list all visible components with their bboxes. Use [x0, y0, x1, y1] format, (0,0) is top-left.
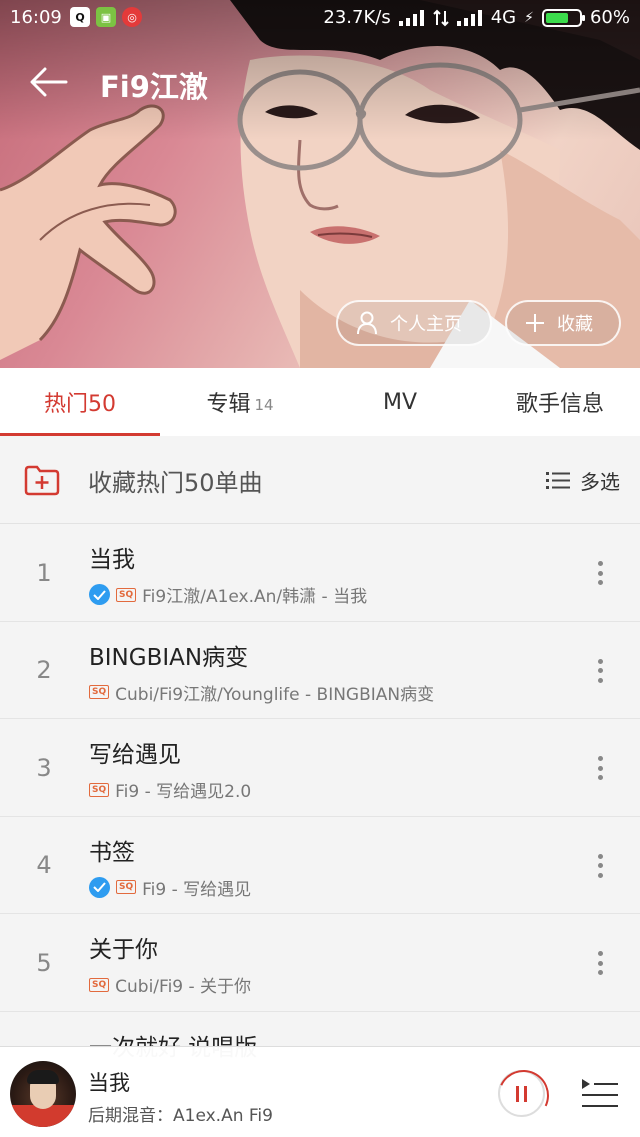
battery-percent: 60%	[589, 7, 630, 28]
collect-label: 收藏热门50单曲	[88, 468, 263, 497]
signal-icon	[398, 9, 424, 26]
song-row-3[interactable]: 3 写给遇见 SQ Fi9 - 写给遇见2.0	[0, 719, 640, 817]
song-subtitle: Fi9 - 写给遇见2.0	[115, 782, 252, 803]
tab-mv[interactable]: MV	[320, 368, 480, 436]
song-row-1[interactable]: 1 当我 SQ Fi9江澈/A1ex.An/韩潇 - 当我	[0, 524, 640, 622]
mini-player[interactable]: 当我 后期混音：A1ex.An Fi9	[0, 1046, 640, 1137]
more-options-button[interactable]	[588, 851, 612, 881]
song-rank: 2	[36, 656, 52, 685]
profile-button[interactable]: 个人主页	[336, 300, 492, 346]
song-title: 书签	[89, 839, 135, 866]
android-icon: ▣	[96, 7, 116, 27]
status-bar: 16:09 Q ▣ ◎ 23.7K/s 4G ⚡ 60%	[0, 0, 640, 36]
artist-screen: 16:09 Q ▣ ◎ 23.7K/s 4G ⚡ 60% Fi9江澈 个人主页 …	[0, 0, 640, 1137]
back-arrow-icon	[30, 67, 68, 97]
favorite-artist-button[interactable]: 收藏	[505, 300, 621, 346]
sq-quality-badge: SQ	[116, 587, 137, 602]
netease-music-icon: ◎	[122, 7, 142, 27]
now-playing-cover[interactable]	[10, 1061, 76, 1127]
more-options-button[interactable]	[588, 948, 612, 978]
more-options-button[interactable]	[588, 656, 612, 686]
person-icon	[357, 311, 377, 335]
more-options-button[interactable]	[588, 753, 612, 783]
collect-hot50-button[interactable]: 收藏热门50单曲	[24, 458, 263, 502]
net-speed: 23.7K/s	[323, 7, 391, 28]
verified-check-icon	[89, 584, 110, 605]
now-playing-title: 当我	[88, 1071, 130, 1095]
sq-quality-badge: SQ	[116, 880, 137, 895]
song-title: 关于你	[89, 937, 158, 964]
list-icon	[546, 472, 570, 489]
tab-albums[interactable]: 专辑 14	[160, 368, 320, 436]
back-button[interactable]	[24, 60, 74, 104]
artist-name: Fi9江澈	[100, 70, 208, 104]
sq-quality-badge: SQ	[89, 685, 110, 700]
battery-icon	[541, 8, 585, 27]
artist-header: 16:09 Q ▣ ◎ 23.7K/s 4G ⚡ 60% Fi9江澈 个人主页 …	[0, 0, 640, 368]
song-subtitle: Fi9 - 写给遇见	[142, 879, 252, 900]
artist-tabs: 热门50 专辑 14 MV 歌手信息	[0, 368, 640, 436]
song-row-2[interactable]: 2 BINGBIAN病变 SQ Cubi/Fi9江澈/Younglife - B…	[0, 622, 640, 720]
tab-hot50[interactable]: 热门50	[0, 368, 160, 436]
now-playing-subtitle: 后期混音：A1ex.An Fi9	[88, 1106, 273, 1126]
song-subtitle: Cubi/Fi9 - 关于你	[115, 977, 252, 998]
favorite-label: 收藏	[557, 314, 593, 335]
song-rank: 3	[36, 753, 52, 782]
album-count: 14	[254, 396, 274, 414]
add-folder-icon	[24, 465, 60, 496]
signal-icon-2	[456, 9, 482, 26]
playlist-queue-button[interactable]	[580, 1077, 620, 1111]
qq-icon: Q	[70, 7, 90, 27]
more-options-button[interactable]	[588, 558, 612, 588]
collect-bar: 收藏热门50单曲 多选	[0, 436, 640, 524]
song-subtitle: Cubi/Fi9江澈/Younglife - BINGBIAN病变	[115, 684, 435, 705]
status-time: 16:09	[10, 7, 62, 28]
data-transfer-icon	[433, 9, 449, 26]
plus-icon	[526, 314, 544, 332]
playlist-icon	[582, 1079, 618, 1107]
song-title: 当我	[89, 547, 135, 573]
multi-select-button[interactable]: 多选	[546, 460, 620, 500]
song-row-5[interactable]: 5 关于你 SQ Cubi/Fi9 - 关于你	[0, 914, 640, 1012]
song-title: 写给遇见	[89, 742, 181, 769]
tab-artist-info[interactable]: 歌手信息	[480, 368, 640, 436]
song-title: BINGBIAN病变	[89, 644, 249, 671]
charging-icon: ⚡	[524, 9, 534, 26]
multi-select-label: 多选	[580, 469, 620, 494]
network-type: 4G	[490, 7, 517, 28]
song-row-4[interactable]: 4 书签 SQ Fi9 - 写给遇见	[0, 817, 640, 915]
song-subtitle: Fi9江澈/A1ex.An/韩潇 - 当我	[142, 587, 368, 607]
song-rank: 1	[36, 558, 52, 587]
sq-quality-badge: SQ	[89, 977, 110, 992]
verified-check-icon	[89, 876, 110, 898]
sq-quality-badge: SQ	[89, 782, 110, 797]
song-rank: 4	[36, 851, 52, 880]
song-rank: 5	[36, 948, 52, 977]
profile-label: 个人主页	[390, 314, 462, 335]
pause-button[interactable]	[498, 1070, 545, 1117]
song-list: 1 当我 SQ Fi9江澈/A1ex.An/韩潇 - 当我 2 BINGBIAN…	[0, 524, 640, 1110]
